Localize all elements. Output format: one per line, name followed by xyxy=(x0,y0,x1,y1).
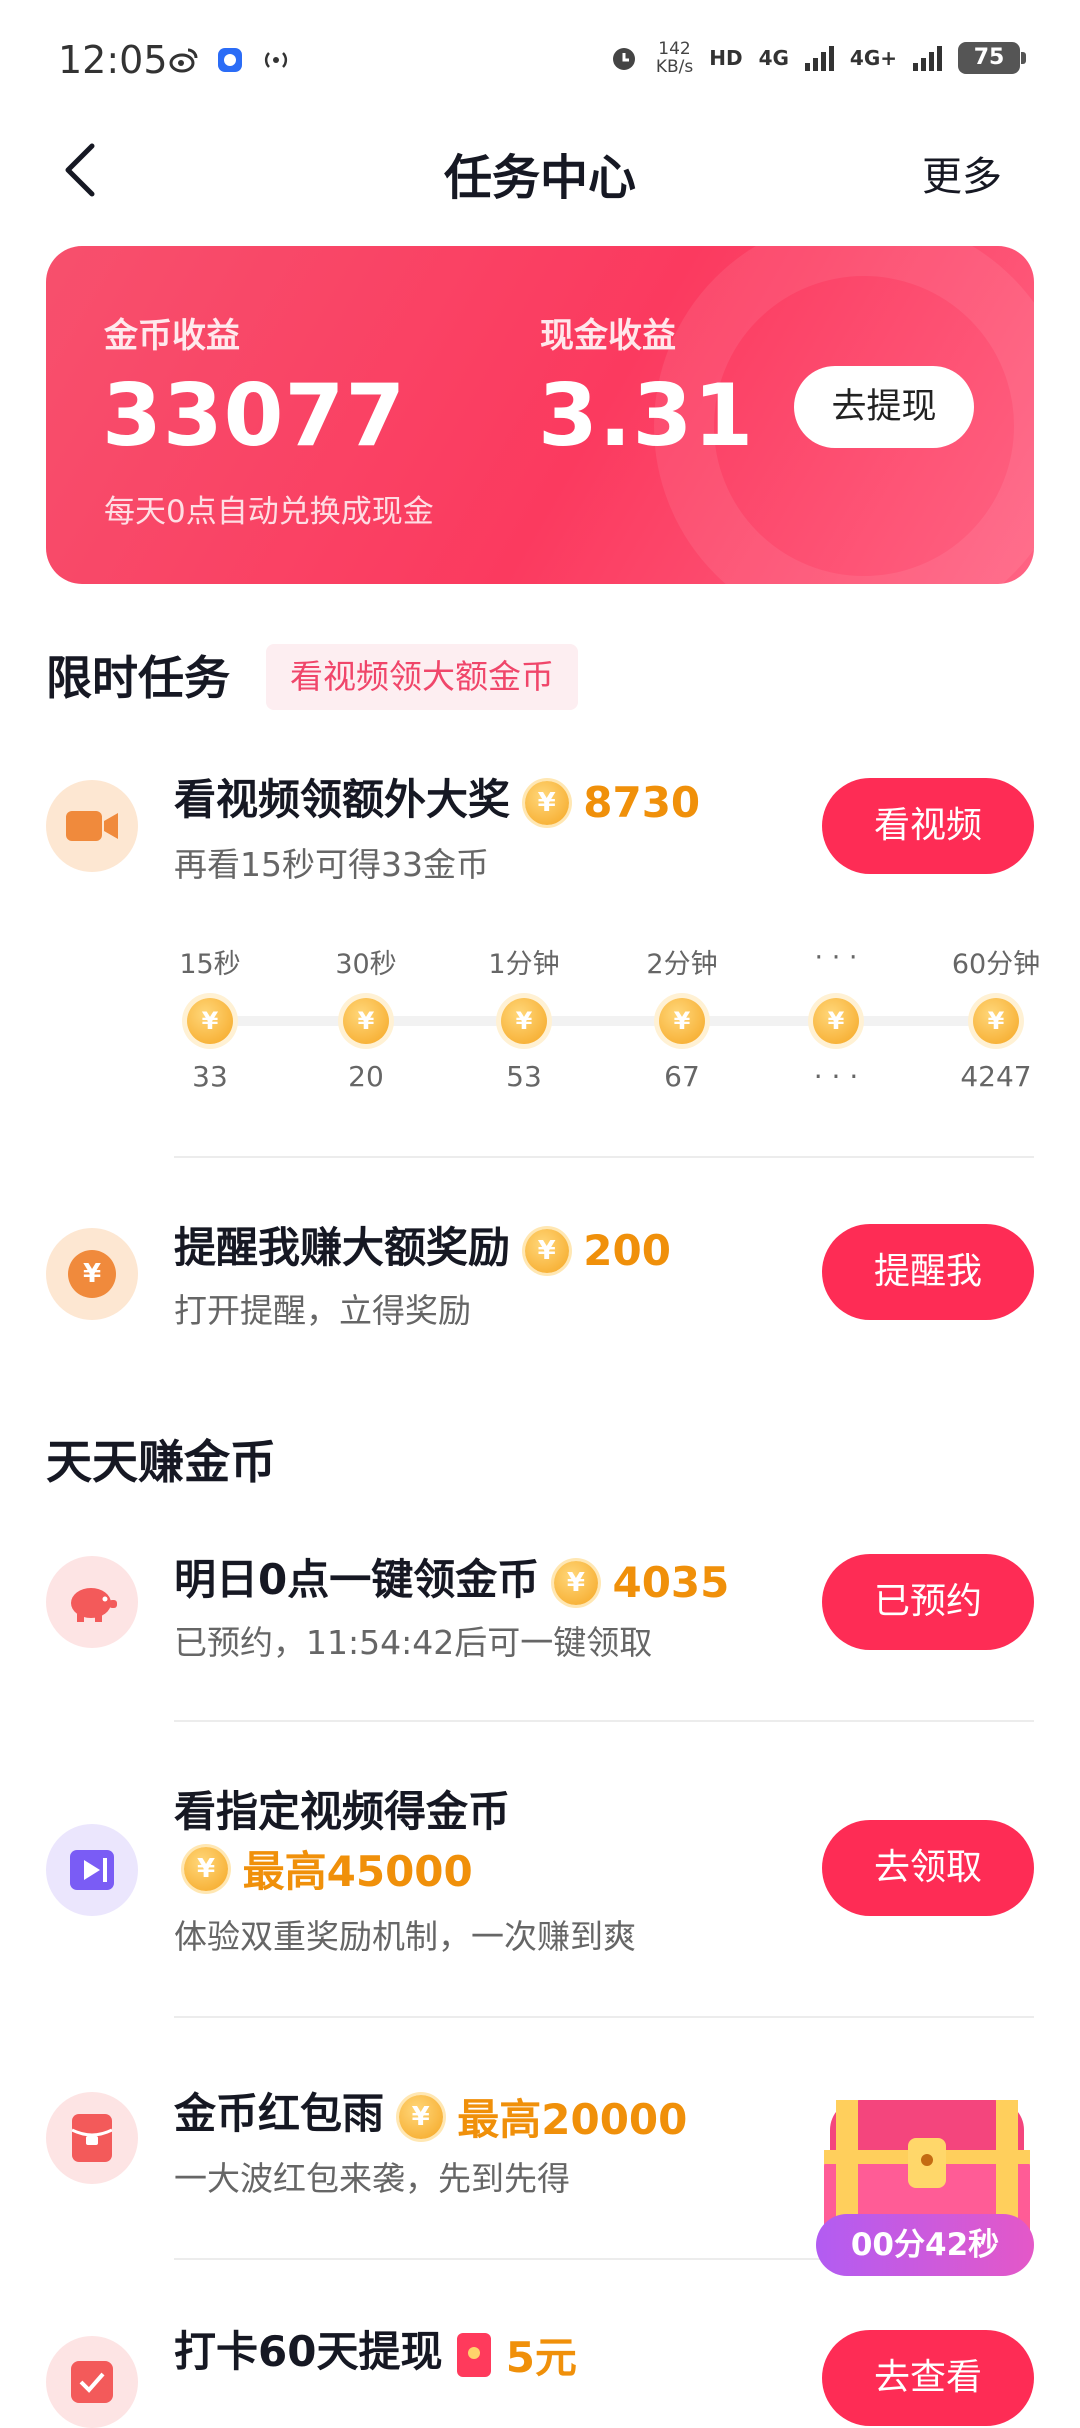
divider xyxy=(174,1156,1034,1158)
timeline-coin-icon: ¥ xyxy=(343,998,389,1044)
yuan-coin-icon: ¥ xyxy=(68,1250,116,1298)
timeline-value: 53 xyxy=(506,1060,542,1093)
daily-task-amount: 最高45000 xyxy=(242,1847,473,1896)
chest-countdown[interactable]: 00分42秒 xyxy=(816,2214,1034,2276)
app-notification-icon xyxy=(218,48,242,72)
coin-icon: ¥ xyxy=(184,1846,228,1891)
withdraw-button[interactable]: 去提现 xyxy=(794,366,974,448)
coin-icon: ¥ xyxy=(553,1560,598,1605)
remind-me-button[interactable]: 提醒我 xyxy=(822,1224,1034,1320)
timeline-label: · · · xyxy=(814,942,858,973)
divider xyxy=(174,1720,1034,1722)
daily-task-title: 金币红包雨 ¥ 最高20000 xyxy=(174,2089,688,2144)
more-button[interactable]: 更多 xyxy=(922,144,1002,202)
timeline-label: 1分钟 xyxy=(488,949,560,980)
reward-timeline-track xyxy=(210,1016,996,1026)
battery-indicator: 75 xyxy=(958,42,1026,74)
timeline-label: 30秒 xyxy=(335,949,397,980)
daily-task-title: 打卡60天提现 5元 xyxy=(174,2327,577,2382)
exchange-tip: 每天0点自动兑换成现金 xyxy=(104,494,434,530)
video-camera-icon xyxy=(66,811,118,841)
timeline-coin-icon: ¥ xyxy=(501,998,547,1044)
redpacket-icon-wrap xyxy=(46,2092,138,2184)
video-task-amount: 8730 xyxy=(583,778,701,827)
daily-task-subtitle: 体验双重奖励机制，一次赚到爽 xyxy=(174,1917,636,1956)
net-speed-unit: KB/s xyxy=(655,57,694,77)
timeline-coin-icon: ¥ xyxy=(187,998,233,1044)
video-play-icon xyxy=(70,1850,114,1890)
timeline-value: · · · xyxy=(813,1060,859,1093)
piggy-bank-icon xyxy=(71,1588,117,1622)
remind-task-icon-wrap: ¥ xyxy=(46,1228,138,1320)
daily-task-reward: ¥ 最高45000 xyxy=(184,1838,473,1899)
red-packet-icon xyxy=(457,2332,492,2377)
signal-icon xyxy=(804,45,834,71)
hotspot-icon xyxy=(264,52,288,68)
status-time: 12:05 xyxy=(58,38,168,82)
network-type-2: 4G+ xyxy=(849,46,897,70)
coin-icon: ¥ xyxy=(398,2094,443,2139)
remind-task-subtitle: 打开提醒，立得奖励 xyxy=(174,1291,471,1330)
timeline-coin-icon: ¥ xyxy=(973,998,1019,1044)
coin-earnings-label: 金币收益 xyxy=(104,316,240,356)
checkin-icon-wrap xyxy=(46,2336,138,2428)
remind-task-amount: 200 xyxy=(583,1226,671,1275)
daily-task-title: 看指定视频得金币 xyxy=(174,1787,511,1836)
net-speed-value: 142 xyxy=(658,39,691,59)
divider xyxy=(174,2016,1034,2018)
video-task-icon-wrap xyxy=(46,780,138,872)
red-envelope-icon xyxy=(72,2114,112,2162)
coin-icon: ¥ xyxy=(524,1228,569,1273)
earnings-banner: 金币收益 33077 现金收益 3.31 去提现 每天0点自动兑换成现金 xyxy=(46,246,1034,584)
timeline-coin-icon: ¥ xyxy=(659,998,705,1044)
daily-task-amount: 5元 xyxy=(505,2333,577,2382)
timeline-value: 4247 xyxy=(960,1060,1032,1093)
cash-earnings-label: 现金收益 xyxy=(540,316,676,356)
view-button[interactable]: 去查看 xyxy=(822,2330,1034,2426)
daily-tasks-title: 天天赚金币 xyxy=(46,1435,276,1489)
timeline-label: 2分钟 xyxy=(646,949,718,980)
timeline-coin-icon: ¥ xyxy=(813,998,859,1044)
video-task-title: 看视频领额外大奖 ¥ 8730 xyxy=(174,775,701,827)
reserved-button[interactable]: 已预约 xyxy=(822,1554,1034,1650)
play-icon-wrap xyxy=(46,1824,138,1916)
timeline-value: 67 xyxy=(664,1060,700,1093)
status-bar: 12:05 142 KB/s HD 4G 4G+ 75 xyxy=(0,0,1080,120)
page-title: 任务中心 xyxy=(443,150,636,206)
weibo-icon xyxy=(169,48,198,73)
limited-tasks-tag: 看视频领大额金币 xyxy=(266,644,578,710)
coin-earnings-value[interactable]: 33077 xyxy=(102,366,406,466)
limited-tasks-title: 限时任务 xyxy=(46,651,230,705)
daily-task-subtitle: 已预约，11:54:42后可一键领取 xyxy=(174,1623,653,1662)
video-task-subtitle: 再看15秒可得33金币 xyxy=(174,845,489,884)
timeline-label: 60分钟 xyxy=(951,949,1041,980)
hd-label: HD xyxy=(709,46,743,70)
claim-button[interactable]: 去领取 xyxy=(822,1820,1034,1916)
signal-icon-2 xyxy=(913,45,942,71)
alarm-icon xyxy=(612,48,635,70)
daily-task-title: 明日0点一键领金币 ¥ 4035 xyxy=(174,1555,730,1607)
remind-task-title: 提醒我赚大额奖励 ¥ 200 xyxy=(174,1223,671,1275)
checkbox-icon xyxy=(71,2361,113,2403)
daily-task-subtitle: 一大波红包来袭，先到先得 xyxy=(174,2159,570,2198)
network-type-1: 4G xyxy=(758,46,789,70)
daily-task-amount: 4035 xyxy=(612,1558,730,1607)
coin-icon: ¥ xyxy=(524,780,569,825)
divider xyxy=(174,2258,834,2260)
timeline-value: 33 xyxy=(192,1060,228,1093)
timeline-label: 15秒 xyxy=(179,949,241,980)
cash-earnings-value[interactable]: 3.31 xyxy=(538,366,754,466)
timeline-value: 20 xyxy=(348,1060,384,1093)
piggy-icon-wrap xyxy=(46,1556,138,1648)
watch-video-button[interactable]: 看视频 xyxy=(822,778,1034,874)
daily-task-amount: 最高20000 xyxy=(457,2095,688,2144)
